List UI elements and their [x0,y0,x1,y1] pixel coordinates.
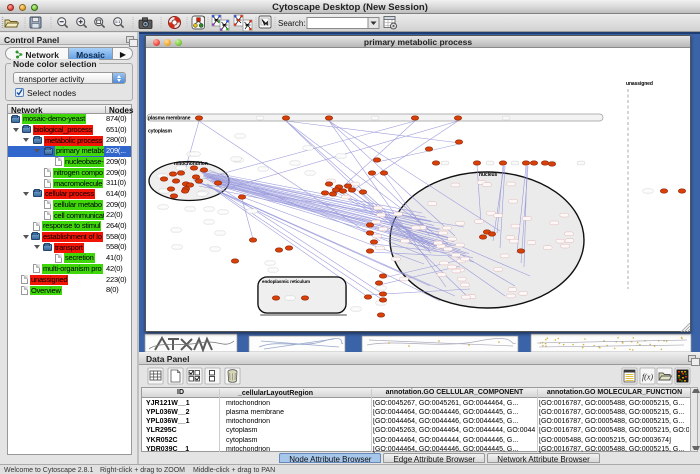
svg-text:endoplasmic reticulum: endoplasmic reticulum [262,279,310,284]
svg-text:1:1: 1:1 [115,19,121,24]
svg-text:Search:: Search: [278,19,306,28]
svg-text:f(x): f(x) [642,373,653,382]
svg-text:nucleus: nucleus [479,172,498,178]
svg-text:cytoplasm: cytoplasm [148,129,172,135]
svg-text:unassigned: unassigned [626,81,653,87]
svg-text:mitochondrion: mitochondrion [174,161,208,167]
svg-text:plasma membrane: plasma membrane [148,116,191,122]
